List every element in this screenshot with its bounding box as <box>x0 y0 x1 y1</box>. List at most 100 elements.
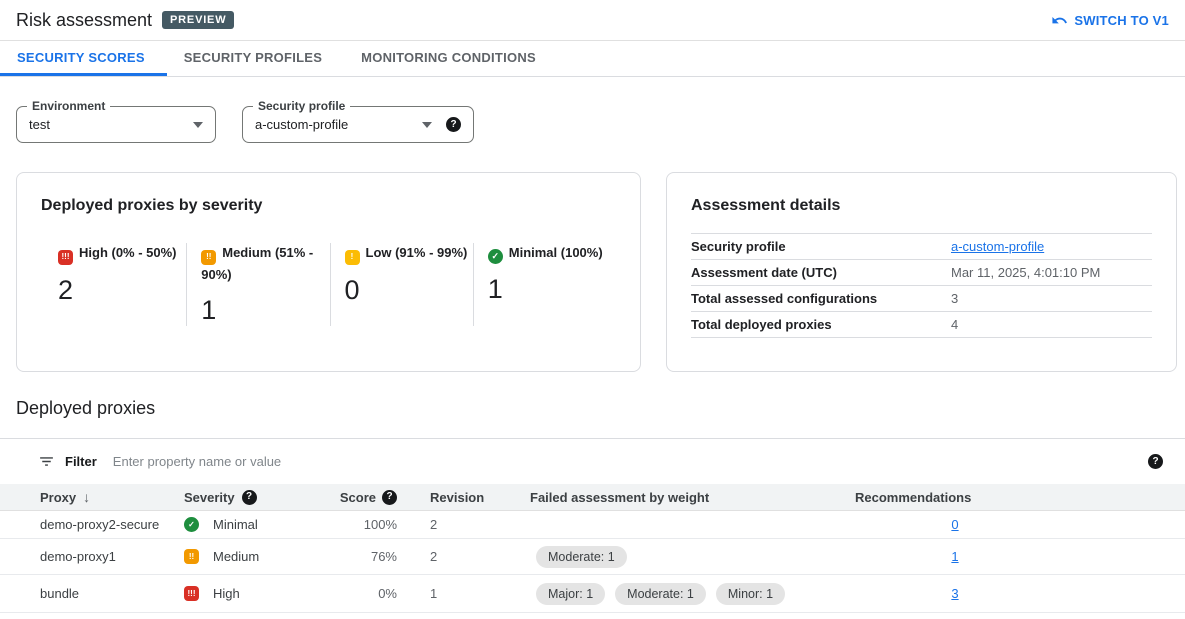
help-icon[interactable]: ? <box>446 117 461 132</box>
filter-controls: Environment test Security profile a-cust… <box>16 106 1169 143</box>
switch-to-v1-link[interactable]: SWITCH TO V1 <box>1051 12 1169 29</box>
severity-label: High <box>213 586 240 601</box>
table-filter-toolbar: Filter ? <box>0 438 1185 484</box>
security-profile-select[interactable]: Security profile a-custom-profile ? <box>242 106 474 143</box>
column-header-recommendations: Recommendations <box>855 490 1055 505</box>
weight-chip: Major: 1 <box>536 583 605 605</box>
high-severity-icon: !!! <box>184 586 199 601</box>
page-header: Risk assessment PREVIEW SWITCH TO V1 <box>0 0 1185 41</box>
severity-card-title: Deployed proxies by severity <box>41 197 616 215</box>
minimal-severity-icon: ✓ <box>184 517 199 532</box>
weight-chip: Moderate: 1 <box>536 546 627 568</box>
environment-select[interactable]: Environment test <box>16 106 216 143</box>
column-header-revision: Revision <box>397 490 530 505</box>
revision-value: 2 <box>397 517 530 532</box>
severity-label: Minimal <box>213 517 258 532</box>
failed-assessment-cell: Moderate: 1 <box>530 546 855 568</box>
detail-label: Security profile <box>691 239 951 254</box>
security-profile-link[interactable]: a-custom-profile <box>951 239 1044 254</box>
severity-stats: !!! High (0% - 50%) 2 !!Medium (51% - 90%… <box>41 243 616 326</box>
preview-badge: PREVIEW <box>162 11 234 29</box>
score-value: 0% <box>316 586 397 601</box>
column-header-failed-assessment: Failed assessment by weight <box>530 490 855 505</box>
recommendations-link[interactable]: 0 <box>951 517 958 532</box>
filter-input[interactable] <box>111 453 1148 470</box>
stat-low-value: 0 <box>345 275 473 306</box>
table-row: demo-proxy2-secure ✓ Minimal 100% 2 0 <box>0 511 1185 539</box>
security-profile-select-label: Security profile <box>253 99 350 113</box>
table-header-row: Proxy ↓ Severity ? Score ? Revision Fail… <box>0 484 1185 511</box>
detail-label: Total deployed proxies <box>691 317 951 332</box>
assessment-details-card: Assessment details Security profile a-cu… <box>666 172 1177 372</box>
detail-row-assessment-date: Assessment date (UTC) Mar 11, 2025, 4:01… <box>691 259 1152 285</box>
undo-icon <box>1051 12 1068 29</box>
detail-row-total-proxies: Total deployed proxies 4 <box>691 311 1152 338</box>
table-row: bundle !!! High 0% 1 Major: 1 Moderate: … <box>0 575 1185 613</box>
detail-value: Mar 11, 2025, 4:01:10 PM <box>951 265 1100 280</box>
proxy-name: demo-proxy2-secure <box>0 517 184 532</box>
detail-row-security-profile: Security profile a-custom-profile <box>691 233 1152 259</box>
revision-value: 1 <box>397 586 530 601</box>
tab-monitoring-conditions[interactable]: MONITORING CONDITIONS <box>344 41 558 76</box>
tab-security-scores[interactable]: SECURITY SCORES <box>0 41 167 76</box>
score-value: 100% <box>316 517 397 532</box>
column-header-score: Score ? <box>316 490 397 505</box>
help-icon[interactable]: ? <box>1148 454 1163 469</box>
medium-severity-icon: !! <box>201 250 216 265</box>
environment-select-label: Environment <box>27 99 110 113</box>
failed-assessment-cell: Major: 1 Moderate: 1 Minor: 1 <box>530 583 855 605</box>
stat-minimal-value: 1 <box>488 274 616 305</box>
score-value: 76% <box>316 549 397 564</box>
revision-value: 2 <box>397 549 530 564</box>
stat-low: ! Low (91% - 99%) 0 <box>330 243 473 326</box>
recommendations-link[interactable]: 1 <box>951 549 958 564</box>
minimal-severity-icon: ✓ <box>488 249 503 264</box>
table-row: demo-proxy1 !! Medium 76% 2 Moderate: 1 … <box>0 539 1185 575</box>
assessment-details-rows: Security profile a-custom-profile Assess… <box>691 233 1152 338</box>
tab-bar: SECURITY SCORES SECURITY PROFILES MONITO… <box>0 41 1185 77</box>
stat-medium-value: 1 <box>201 295 329 326</box>
filter-icon <box>38 453 55 470</box>
assessment-details-title: Assessment details <box>691 197 1152 215</box>
security-profile-select-value: a-custom-profile <box>255 117 414 132</box>
tab-security-profiles[interactable]: SECURITY PROFILES <box>167 41 344 76</box>
detail-row-total-configurations: Total assessed configurations 3 <box>691 285 1152 311</box>
proxy-name: bundle <box>0 586 184 601</box>
help-icon[interactable]: ? <box>382 490 397 505</box>
medium-severity-icon: !! <box>184 549 199 564</box>
weight-chip: Minor: 1 <box>716 583 785 605</box>
high-severity-icon: !!! <box>58 250 73 265</box>
summary-cards: Deployed proxies by severity !!! High (0%… <box>16 172 1177 372</box>
help-icon[interactable]: ? <box>242 490 257 505</box>
detail-value: 3 <box>951 291 958 306</box>
proxy-name: demo-proxy1 <box>0 549 184 564</box>
stat-medium-label: Medium (51% - 90%) <box>201 245 313 282</box>
sort-descending-icon[interactable]: ↓ <box>83 489 90 505</box>
switch-to-v1-label: SWITCH TO V1 <box>1074 13 1169 28</box>
low-severity-icon: ! <box>345 250 360 265</box>
weight-chip: Moderate: 1 <box>615 583 706 605</box>
stat-medium: !!Medium (51% - 90%) 1 <box>186 243 329 326</box>
chevron-down-icon <box>193 122 203 128</box>
severity-label: Medium <box>213 549 259 564</box>
stat-minimal-label: Minimal (100%) <box>509 245 603 260</box>
recommendations-link[interactable]: 3 <box>951 586 958 601</box>
page-title: Risk assessment <box>16 10 152 31</box>
detail-label: Total assessed configurations <box>691 291 951 306</box>
risk-assessment-page: Risk assessment PREVIEW SWITCH TO V1 SEC… <box>0 0 1185 613</box>
deployed-proxies-title: Deployed proxies <box>16 398 1169 419</box>
stat-minimal: ✓ Minimal (100%) 1 <box>473 243 616 326</box>
column-header-proxy[interactable]: Proxy ↓ <box>0 489 184 505</box>
column-header-severity: Severity ? <box>184 490 316 505</box>
deployed-proxies-by-severity-card: Deployed proxies by severity !!! High (0%… <box>16 172 641 372</box>
chevron-down-icon <box>422 122 432 128</box>
filter-label: Filter <box>65 454 97 469</box>
environment-select-value: test <box>29 117 185 132</box>
stat-high: !!! High (0% - 50%) 2 <box>41 243 186 326</box>
stat-high-value: 2 <box>58 275 186 306</box>
detail-value: 4 <box>951 317 958 332</box>
stat-low-label: Low (91% - 99%) <box>366 245 468 260</box>
deployed-proxies-table: Proxy ↓ Severity ? Score ? Revision Fail… <box>0 484 1185 613</box>
stat-high-label: High (0% - 50%) <box>79 245 177 260</box>
detail-label: Assessment date (UTC) <box>691 265 951 280</box>
